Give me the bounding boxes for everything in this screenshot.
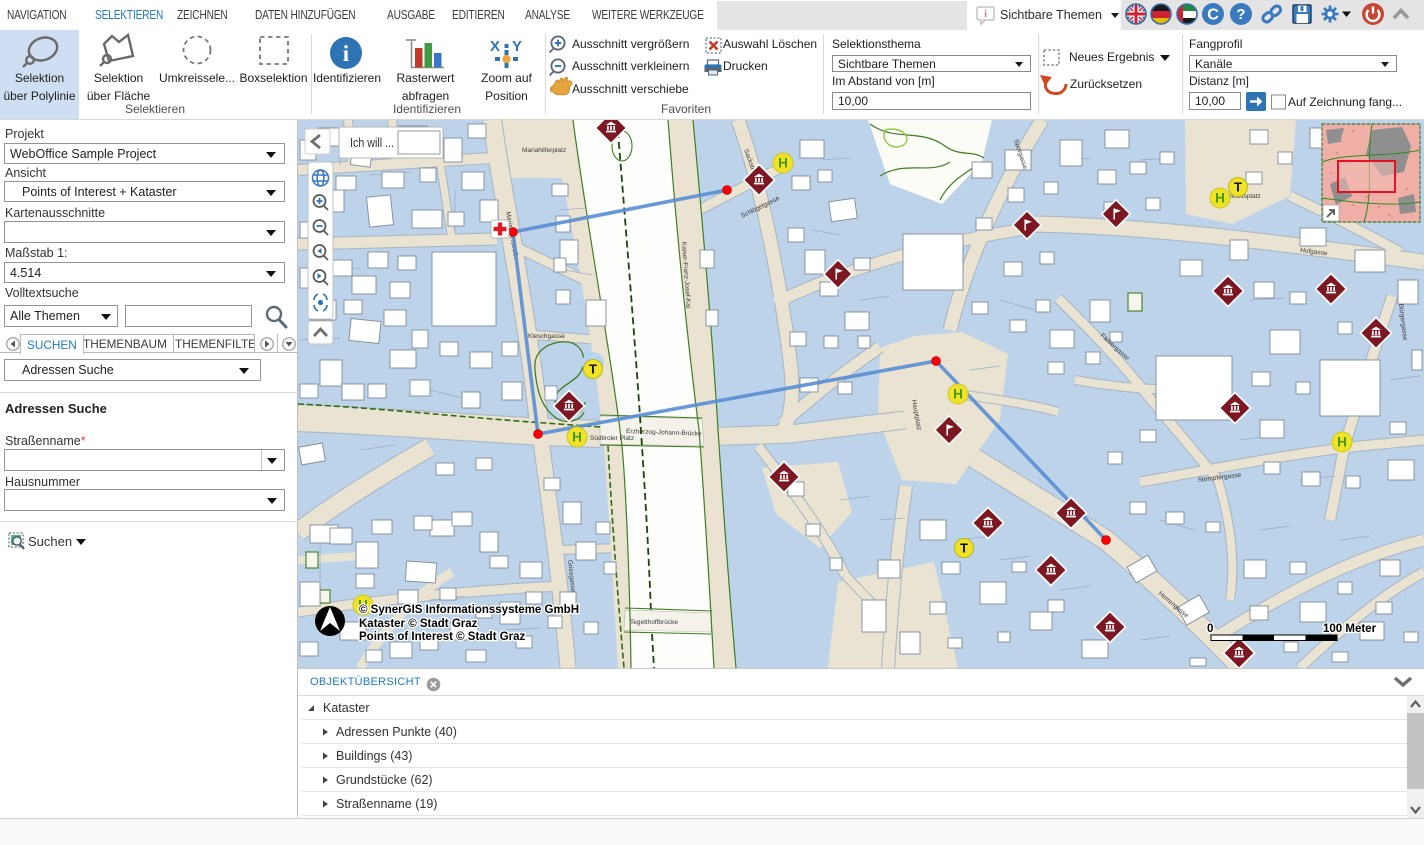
- svg-text:X: X: [490, 38, 500, 55]
- svg-text:i: i: [984, 9, 987, 20]
- svg-text:Kataster © Stadt Graz: Kataster © Stadt Graz: [359, 618, 478, 630]
- svg-text:Mariahilferplatz: Mariahilferplatz: [522, 147, 566, 154]
- svg-text:100 Meter: 100 Meter: [1323, 623, 1377, 635]
- svg-text:Tegetthoffbrücke: Tegetthoffbrücke: [630, 619, 678, 626]
- svg-text:0: 0: [1207, 623, 1213, 635]
- svg-text:Südtiroler Platz: Südtiroler Platz: [590, 435, 634, 442]
- svg-text:?: ?: [1236, 6, 1245, 23]
- svg-text:Kleschgasse: Kleschgasse: [528, 333, 565, 340]
- svg-text:i: i: [343, 41, 350, 66]
- svg-text:© SynerGIS Informationssysteme: © SynerGIS Informationssysteme GmbH: [359, 604, 579, 616]
- svg-text:Ich will ...: Ich will ...: [350, 135, 394, 150]
- svg-text:C: C: [1207, 7, 1219, 24]
- svg-text:Y: Y: [512, 38, 522, 55]
- svg-text:Points of Interest © Stadt Gra: Points of Interest © Stadt Graz: [359, 631, 526, 643]
